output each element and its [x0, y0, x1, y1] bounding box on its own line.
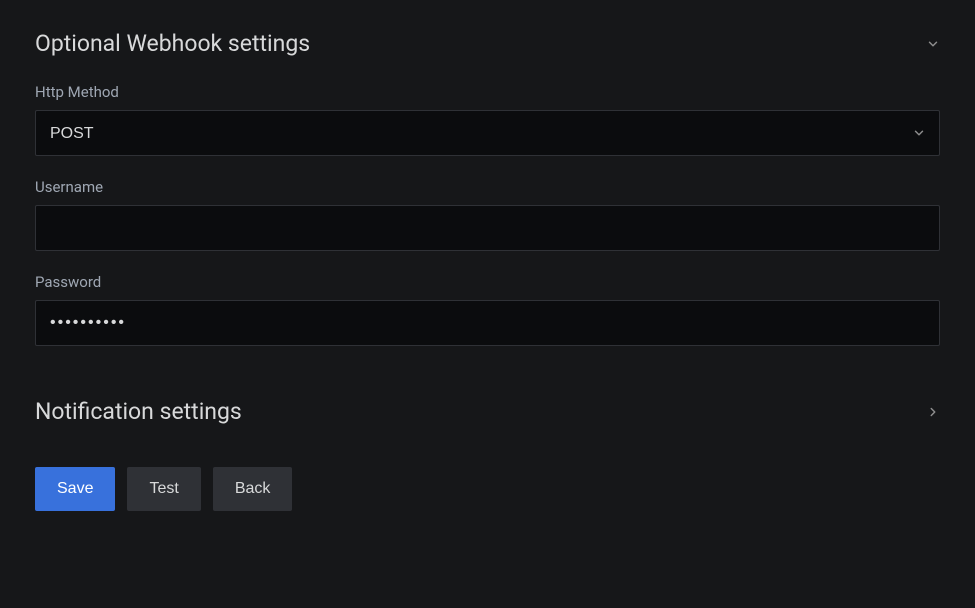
webhook-section-header[interactable]: Optional Webhook settings [35, 30, 940, 57]
password-group: Password [35, 273, 940, 346]
password-label: Password [35, 273, 940, 291]
notification-section-title: Notification settings [35, 398, 242, 425]
button-row: Save Test Back [35, 467, 940, 511]
webhook-section-title: Optional Webhook settings [35, 30, 310, 57]
http-method-select-wrapper: POST [35, 110, 940, 156]
http-method-select[interactable]: POST [35, 110, 940, 156]
username-input[interactable] [35, 205, 940, 251]
test-button[interactable]: Test [127, 467, 200, 511]
http-method-label: Http Method [35, 83, 940, 101]
notification-section-header[interactable]: Notification settings [35, 398, 940, 425]
chevron-right-icon [926, 405, 940, 419]
back-button[interactable]: Back [213, 467, 293, 511]
http-method-group: Http Method POST [35, 83, 940, 156]
save-button[interactable]: Save [35, 467, 115, 511]
password-input[interactable] [35, 300, 940, 346]
username-label: Username [35, 178, 940, 196]
username-group: Username [35, 178, 940, 251]
chevron-down-icon [926, 37, 940, 51]
